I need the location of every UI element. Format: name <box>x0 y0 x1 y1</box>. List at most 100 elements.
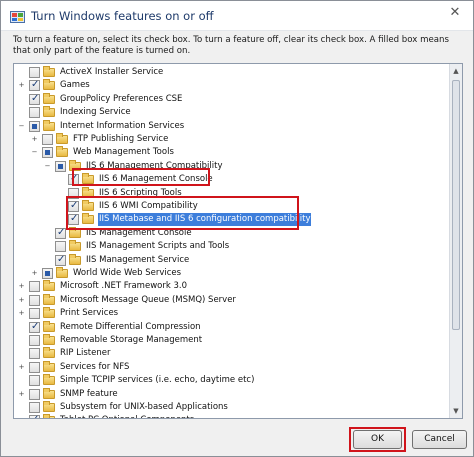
feature-row[interactable]: Indexing Service <box>14 106 450 119</box>
feature-label[interactable]: GroupPolicy Preferences CSE <box>59 93 183 106</box>
feature-checkbox[interactable] <box>29 67 40 78</box>
feature-checkbox[interactable] <box>29 321 40 333</box>
collapse-icon[interactable]: − <box>31 149 38 156</box>
feature-row[interactable]: + Microsoft Message Queue (MSMQ) Server <box>14 293 450 307</box>
feature-row[interactable]: + Print Services <box>14 307 450 320</box>
feature-row[interactable]: ActiveX Installer Service <box>14 66 450 79</box>
feature-label[interactable]: Indexing Service <box>59 106 132 119</box>
feature-row[interactable]: Removable Storage Management <box>14 334 450 347</box>
cancel-button[interactable]: Cancel <box>412 430 467 449</box>
feature-checkbox[interactable] <box>68 187 79 199</box>
feature-label[interactable]: IIS Management Service <box>85 254 190 267</box>
feature-checkbox[interactable] <box>29 79 40 92</box>
feature-label[interactable]: IIS Management Console <box>85 227 193 240</box>
feature-checkbox[interactable] <box>68 173 79 186</box>
scroll-thumb[interactable] <box>452 80 460 330</box>
feature-label[interactable]: IIS 6 Management Console <box>98 173 214 186</box>
feature-checkbox[interactable] <box>42 134 53 145</box>
expand-icon[interactable]: + <box>18 283 25 290</box>
feature-checkbox[interactable] <box>55 254 66 266</box>
feature-label[interactable]: World Wide Web Services <box>72 267 182 280</box>
feature-label[interactable]: Print Services <box>59 307 119 320</box>
feature-label[interactable]: Web Management Tools <box>72 146 175 159</box>
expand-icon[interactable]: + <box>31 136 38 143</box>
expand-icon[interactable]: + <box>31 270 38 277</box>
feature-checkbox[interactable] <box>29 375 40 387</box>
expand-icon[interactable]: + <box>18 82 25 89</box>
feature-checkbox[interactable] <box>29 308 40 320</box>
feature-checkbox[interactable] <box>29 414 40 418</box>
expand-icon[interactable]: + <box>18 390 25 398</box>
feature-row[interactable]: IIS Metabase and IIS 6 configuration com… <box>14 213 450 227</box>
scroll-up-icon[interactable]: ▲ <box>450 64 462 78</box>
feature-row[interactable]: + Microsoft .NET Framework 3.0 <box>14 280 450 293</box>
feature-checkbox[interactable] <box>68 200 79 212</box>
feature-row[interactable]: GroupPolicy Preferences CSE <box>14 92 450 106</box>
feature-checkbox[interactable] <box>42 147 53 159</box>
feature-row[interactable]: IIS Management Service <box>14 253 450 267</box>
feature-row[interactable]: − IIS 6 Management Compatibility <box>14 159 450 173</box>
feature-checkbox[interactable] <box>68 213 79 226</box>
feature-label[interactable]: IIS 6 Management Compatibility <box>85 160 223 173</box>
feature-checkbox[interactable] <box>29 335 40 346</box>
feature-row[interactable]: − Web Management Tools <box>14 146 450 159</box>
feature-row[interactable]: Remote Differential Compression <box>14 320 450 334</box>
feature-label[interactable]: Remote Differential Compression <box>59 321 202 334</box>
feature-row[interactable]: IIS 6 Management Console <box>14 173 450 186</box>
feature-tree[interactable]: ActiveX Installer Service + GamesGroupPoli… <box>13 63 463 419</box>
feature-label[interactable]: FTP Publishing Service <box>72 133 169 146</box>
feature-label[interactable]: Tablet PC Optional Components <box>59 414 195 418</box>
collapse-icon[interactable]: − <box>44 162 51 170</box>
feature-checkbox[interactable] <box>29 294 40 306</box>
expand-icon[interactable]: + <box>18 363 25 371</box>
feature-row[interactable]: RIP Listener <box>14 347 450 360</box>
feature-row[interactable]: + World Wide Web Services <box>14 267 450 280</box>
feature-row[interactable]: IIS 6 Scripting Tools <box>14 186 450 200</box>
feature-label[interactable]: Internet Information Services <box>59 120 185 133</box>
feature-label[interactable]: IIS Management Scripts and Tools <box>85 240 230 253</box>
feature-row[interactable]: Subsystem for UNIX-based Applications <box>14 401 450 414</box>
feature-label[interactable]: Simple TCPIP services (i.e. echo, daytim… <box>59 374 255 387</box>
feature-label[interactable]: RIP Listener <box>59 347 111 360</box>
feature-row[interactable]: − Internet Information Services <box>14 119 450 133</box>
feature-label[interactable]: Services for NFS <box>59 361 130 374</box>
feature-row[interactable]: + Games <box>14 79 450 92</box>
scroll-down-icon[interactable]: ▼ <box>450 404 462 418</box>
feature-checkbox[interactable] <box>29 107 40 119</box>
vertical-scrollbar[interactable]: ▲ ▼ <box>449 64 462 418</box>
feature-checkbox[interactable] <box>29 93 40 105</box>
feature-row[interactable]: Tablet PC Optional Components <box>14 414 450 418</box>
feature-label[interactable]: IIS 6 WMI Compatibility <box>98 200 199 213</box>
feature-checkbox[interactable] <box>42 268 53 279</box>
collapse-icon[interactable]: − <box>18 122 25 130</box>
feature-checkbox[interactable] <box>29 281 40 293</box>
feature-label[interactable]: SNMP feature <box>59 388 119 401</box>
expand-icon[interactable]: + <box>18 310 25 317</box>
feature-checkbox[interactable] <box>55 227 66 239</box>
feature-checkbox[interactable] <box>55 160 66 172</box>
feature-row[interactable]: Simple TCPIP services (i.e. echo, daytim… <box>14 374 450 387</box>
feature-label[interactable]: IIS Metabase and IIS 6 configuration com… <box>98 213 312 227</box>
feature-checkbox[interactable] <box>29 388 40 400</box>
feature-label[interactable]: IIS 6 Scripting Tools <box>98 187 183 200</box>
feature-row[interactable]: IIS Management Scripts and Tools <box>14 240 450 253</box>
feature-row[interactable]: IIS 6 WMI Compatibility <box>14 200 450 213</box>
feature-label[interactable]: Microsoft Message Queue (MSMQ) Server <box>59 294 237 307</box>
feature-label[interactable]: Games <box>59 79 91 92</box>
feature-label[interactable]: Removable Storage Management <box>59 334 203 347</box>
feature-row[interactable]: + Services for NFS <box>14 360 450 374</box>
feature-checkbox[interactable] <box>55 241 66 253</box>
feature-row[interactable]: + SNMP feature <box>14 387 450 401</box>
close-icon[interactable]: ✕ <box>441 3 469 23</box>
feature-label[interactable]: Microsoft .NET Framework 3.0 <box>59 280 188 293</box>
feature-checkbox[interactable] <box>29 348 40 360</box>
feature-label[interactable]: ActiveX Installer Service <box>59 66 164 79</box>
feature-checkbox[interactable] <box>29 402 40 413</box>
feature-row[interactable]: + FTP Publishing Service <box>14 133 450 146</box>
feature-row[interactable]: IIS Management Console <box>14 226 450 240</box>
ok-button[interactable]: OK <box>353 430 402 449</box>
feature-label[interactable]: Subsystem for UNIX-based Applications <box>59 401 229 414</box>
feature-checkbox[interactable] <box>29 120 40 132</box>
expand-icon[interactable]: + <box>18 296 25 304</box>
feature-checkbox[interactable] <box>29 361 40 373</box>
